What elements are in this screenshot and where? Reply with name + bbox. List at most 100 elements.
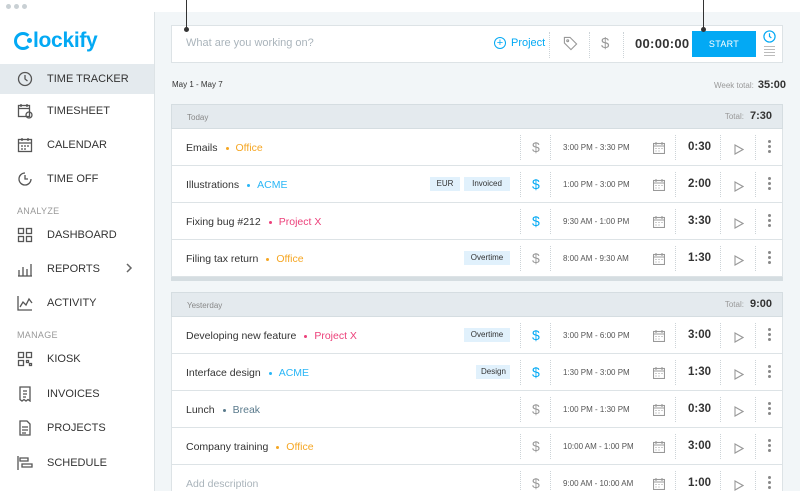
- sidebar-item-activity[interactable]: ACTIVITY: [0, 288, 154, 318]
- sidebar-item-projects[interactable]: PROJECTS: [0, 413, 154, 443]
- entry-time-range[interactable]: 10:00 AM - 1:00 PM: [563, 442, 634, 451]
- calendar-icon[interactable]: [652, 366, 666, 384]
- manual-mode-list-icon[interactable]: [764, 46, 775, 58]
- time-entry-row[interactable]: Add description $ 9:00 AM - 10:00 AM 1:0…: [171, 465, 783, 491]
- entry-duration[interactable]: 3:30: [688, 215, 711, 227]
- entry-description[interactable]: Company training: [186, 441, 268, 453]
- calendar-icon[interactable]: [652, 252, 666, 270]
- time-entry-row[interactable]: Fixing bug #212 Project X $ 9:30 AM - 1:…: [171, 203, 783, 240]
- play-icon[interactable]: [734, 142, 745, 160]
- entry-project[interactable]: Project X: [268, 216, 321, 228]
- entry-project[interactable]: ACME: [268, 367, 309, 379]
- more-options-icon[interactable]: [768, 365, 771, 380]
- timer-display[interactable]: 00:00:00: [635, 36, 689, 51]
- entry-tag-badge[interactable]: EUR: [430, 177, 460, 191]
- time-entry-row[interactable]: Developing new feature Project X Overtim…: [171, 317, 783, 354]
- entry-duration[interactable]: 0:30: [688, 403, 711, 415]
- billable-dollar-icon[interactable]: $: [532, 401, 540, 417]
- time-entry-row[interactable]: Emails Office $ 3:00 PM - 3:30 PM 0:30: [171, 129, 783, 166]
- sidebar-item-invoices[interactable]: INVOICES: [0, 379, 154, 409]
- calendar-icon[interactable]: [652, 215, 666, 233]
- play-icon[interactable]: [734, 404, 745, 422]
- entry-duration[interactable]: 1:30: [688, 252, 711, 264]
- clockify-logo[interactable]: lockify: [14, 28, 98, 54]
- more-options-icon[interactable]: [768, 214, 771, 229]
- billable-dollar-icon[interactable]: $: [532, 213, 540, 229]
- sidebar-item-dashboard[interactable]: DASHBOARD: [0, 220, 154, 250]
- entry-description[interactable]: Add description: [186, 478, 258, 490]
- time-entry-row[interactable]: Lunch Break $ 1:00 PM - 1:30 PM 0:30: [171, 391, 783, 428]
- play-icon[interactable]: [734, 179, 745, 197]
- tag-icon[interactable]: [563, 36, 578, 56]
- entry-description[interactable]: Filing tax return: [186, 253, 258, 265]
- entry-description[interactable]: Fixing bug #212: [186, 216, 261, 228]
- time-entry-row[interactable]: Illustrations ACME Invoiced EUR $ 1:00 PM…: [171, 166, 783, 203]
- billable-dollar-icon[interactable]: $: [532, 250, 540, 266]
- entry-time-range[interactable]: 1:00 PM - 1:30 PM: [563, 405, 630, 414]
- start-button[interactable]: START: [692, 31, 756, 57]
- more-options-icon[interactable]: [768, 402, 771, 417]
- play-icon[interactable]: [734, 478, 745, 491]
- entry-time-range[interactable]: 8:00 AM - 9:30 AM: [563, 254, 629, 263]
- calendar-icon[interactable]: [652, 403, 666, 421]
- calendar-icon[interactable]: [652, 477, 666, 491]
- sidebar-item-reports[interactable]: REPORTS: [0, 254, 154, 284]
- sidebar-item-time-tracker[interactable]: TIME TRACKER: [0, 64, 154, 94]
- select-project-button[interactable]: + Project: [494, 37, 545, 49]
- play-icon[interactable]: [734, 441, 745, 459]
- time-entry-row[interactable]: Company training Office $ 10:00 AM - 1:0…: [171, 428, 783, 465]
- entry-tag-badge[interactable]: Design: [476, 365, 510, 379]
- time-entry-row[interactable]: Interface design ACME Design $ 1:30 PM -…: [171, 354, 783, 391]
- chevron-right-icon[interactable]: [124, 263, 134, 276]
- calendar-icon[interactable]: [652, 178, 666, 196]
- entry-project[interactable]: Office: [276, 441, 314, 453]
- entry-tag-badge[interactable]: Overtime: [464, 328, 510, 342]
- more-options-icon[interactable]: [768, 439, 771, 454]
- entry-duration[interactable]: 1:00: [688, 477, 711, 489]
- billable-dollar-icon[interactable]: $: [532, 475, 540, 491]
- entry-project[interactable]: Office: [266, 253, 304, 265]
- entry-duration[interactable]: 0:30: [688, 141, 711, 153]
- billable-dollar-icon[interactable]: $: [532, 327, 540, 343]
- billable-dollar-icon[interactable]: $: [532, 364, 540, 380]
- entry-description[interactable]: Lunch: [186, 404, 215, 416]
- entry-time-range[interactable]: 1:00 PM - 3:00 PM: [563, 180, 630, 189]
- billable-dollar-icon[interactable]: $: [601, 35, 609, 52]
- entry-time-range[interactable]: 3:00 PM - 6:00 PM: [563, 331, 630, 340]
- play-icon[interactable]: [734, 253, 745, 271]
- more-options-icon[interactable]: [768, 177, 771, 192]
- entry-project[interactable]: ACME: [247, 179, 287, 191]
- sidebar-item-kiosk[interactable]: KIOSK: [0, 344, 154, 374]
- sidebar-item-calendar[interactable]: CALENDAR: [0, 130, 154, 160]
- entry-description[interactable]: Developing new feature: [186, 330, 296, 342]
- play-icon[interactable]: [734, 330, 745, 348]
- entry-duration[interactable]: 2:00: [688, 178, 711, 190]
- more-options-icon[interactable]: [768, 476, 771, 491]
- week-range[interactable]: May 1 - May 7: [172, 80, 223, 89]
- entry-tag-badge[interactable]: Overtime: [464, 251, 510, 265]
- play-icon[interactable]: [734, 367, 745, 385]
- billable-dollar-icon[interactable]: $: [532, 139, 540, 155]
- sidebar-item-time-off[interactable]: TIME OFF: [0, 164, 154, 194]
- entry-time-range[interactable]: 9:30 AM - 1:00 PM: [563, 217, 629, 226]
- billable-dollar-icon[interactable]: $: [532, 438, 540, 454]
- billable-dollar-icon[interactable]: $: [532, 176, 540, 192]
- calendar-icon[interactable]: [652, 329, 666, 347]
- sidebar-item-schedule[interactable]: SCHEDULE: [0, 448, 154, 478]
- time-entry-row[interactable]: Filing tax return Office Overtime $ 8:00…: [171, 240, 783, 277]
- more-options-icon[interactable]: [768, 328, 771, 343]
- entry-project[interactable]: Project X: [304, 330, 357, 342]
- entry-duration[interactable]: 3:00: [688, 440, 711, 452]
- entry-duration[interactable]: 3:00: [688, 329, 711, 341]
- entry-time-range[interactable]: 9:00 AM - 10:00 AM: [563, 479, 633, 488]
- entry-time-range[interactable]: 1:30 PM - 3:00 PM: [563, 368, 630, 377]
- description-input[interactable]: [186, 37, 476, 49]
- sidebar-item-timesheet[interactable]: TIMESHEET: [0, 96, 154, 126]
- calendar-icon[interactable]: [652, 440, 666, 458]
- entry-time-range[interactable]: 3:00 PM - 3:30 PM: [563, 143, 630, 152]
- entry-project[interactable]: Office: [225, 142, 263, 154]
- more-options-icon[interactable]: [768, 251, 771, 266]
- entry-description[interactable]: Illustrations: [186, 179, 239, 191]
- calendar-icon[interactable]: [652, 141, 666, 159]
- entry-duration[interactable]: 1:30: [688, 366, 711, 378]
